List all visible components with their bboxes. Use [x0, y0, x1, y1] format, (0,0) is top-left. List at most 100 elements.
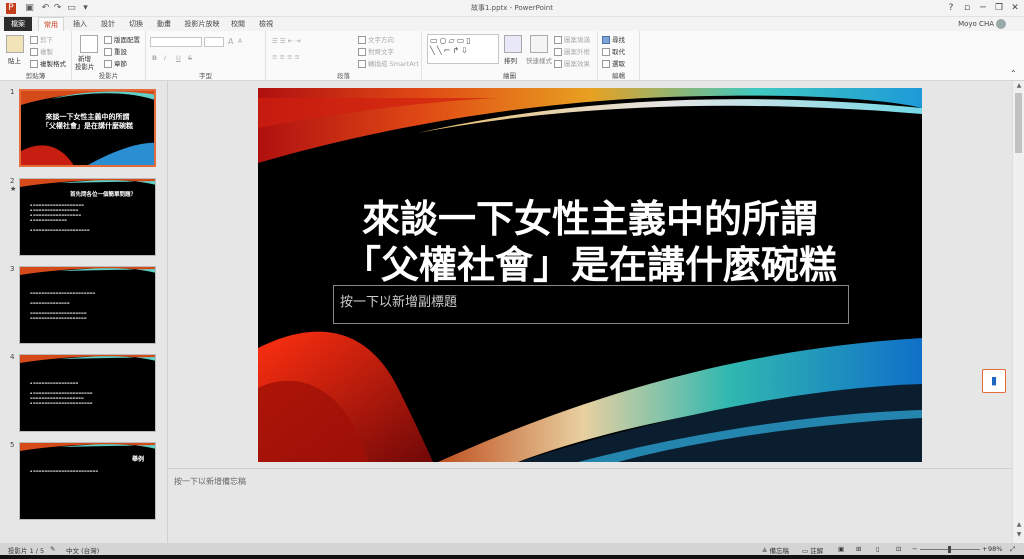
zoom-slider-knob[interactable] — [948, 546, 951, 553]
italic-button[interactable]: I — [164, 54, 166, 62]
copy-label: 複製 — [40, 48, 53, 56]
slide-thumbnail-3[interactable]: ▬▬▬▬▬▬▬▬▬▬▬▬▬▬▬▬▬▬▬▬▬▬▬ ▬▬▬▬▬▬▬▬▬▬▬▬▬▬ ▬▬▬… — [19, 266, 156, 344]
animation-star-icon: ★ — [10, 185, 17, 193]
align-icon[interactable]: ≡ ≡ ≡ ≡ — [272, 53, 300, 61]
align-text-button[interactable]: 對齊文字 — [358, 46, 394, 56]
collapse-ribbon-icon[interactable]: ⌃ — [1010, 69, 1017, 78]
close-button[interactable]: ✕ — [1008, 2, 1022, 14]
tab-animations[interactable]: 動畫 — [152, 17, 176, 31]
reading-view-icon[interactable]: ▯ — [876, 545, 880, 553]
quick-styles-icon[interactable] — [530, 35, 548, 53]
slide-thumbnail-1[interactable]: 來談一下女性主義中的所謂 「父權社會」是在講什麼碗糕 — [19, 89, 156, 167]
new-slide-icon[interactable] — [80, 35, 98, 53]
ribbon-tab-bar: 檔案 常用 插入 設計 切換 動畫 投影片放映 校閱 檢視 Moyo CHA — [0, 17, 1024, 31]
select-button[interactable]: 選取 — [602, 58, 625, 68]
section-button[interactable]: 章節 — [104, 58, 127, 68]
layout-icon — [104, 36, 112, 44]
shapes-gallery[interactable]: ▭○▱▭▯ ╲╲⌐↱⇩ — [427, 34, 499, 64]
cut-button[interactable]: 剪下 — [30, 34, 53, 44]
replace-icon — [602, 48, 610, 56]
font-size-input[interactable] — [204, 37, 224, 47]
language-indicator[interactable]: 中文 (台灣) — [66, 545, 99, 555]
tab-slide-show[interactable]: 投影片放映 — [182, 17, 222, 31]
replace-label: 取代 — [612, 48, 625, 56]
text-direction-button[interactable]: 文字方向 — [358, 34, 394, 44]
strikethrough-button[interactable]: S — [188, 54, 192, 62]
comments-toggle[interactable]: ▭ 註解 — [802, 545, 823, 555]
shape-effects-button[interactable]: 圖案效果 — [554, 58, 590, 68]
user-name[interactable]: Moyo CHA — [958, 20, 994, 28]
tab-design[interactable]: 設計 — [96, 17, 120, 31]
previous-slide-icon[interactable]: ▲ — [1014, 521, 1024, 528]
slide-thumbnail-5[interactable]: 舉例 ▪ ▬▬▬▬▬▬▬▬▬▬▬▬▬▬▬▬▬▬▬▬▬▬▬ — [19, 442, 156, 520]
slide-number: 4 — [10, 353, 15, 361]
reset-button[interactable]: 重設 — [104, 46, 127, 56]
vertical-scrollbar[interactable]: ▲ ▲ ▼ — [1012, 81, 1024, 543]
font-name-input[interactable] — [150, 37, 202, 47]
grow-font-button[interactable]: A — [228, 37, 233, 46]
scissors-icon — [30, 36, 38, 44]
zoom-out-icon[interactable]: − — [912, 545, 917, 553]
shape-fill-label: 圖案填滿 — [564, 36, 590, 44]
tab-transitions[interactable]: 切換 — [124, 17, 148, 31]
slide-title[interactable]: 來談一下女性主義中的所謂 「父權社會」是在講什麼碗糕 — [258, 196, 922, 288]
slide-thumbnail-4[interactable]: ▪ ▬▬▬▬▬▬▬▬▬▬▬▬▬▬▬▬ ▪ ▬▬▬▬▬▬▬▬▬▬▬▬▬▬▬▬▬▬▬▬… — [19, 354, 156, 432]
shape-outline-button[interactable]: 圖案外框 — [554, 46, 590, 56]
paintbrush-icon — [30, 60, 38, 68]
slide-number: 1 — [10, 88, 15, 96]
replace-button[interactable]: 取代 — [602, 46, 625, 56]
ribbon-display-options-button[interactable]: ▫ — [960, 2, 974, 14]
tab-file[interactable]: 檔案 — [4, 17, 32, 31]
slide-sorter-icon[interactable]: ⊞ — [856, 545, 861, 553]
drawing-group: ▭○▱▭▯ ╲╲⌐↱⇩ 排列 快速樣式 圖案填滿 圖案外框 圖案效果 繪圖 — [422, 31, 598, 81]
notes-toggle-label: 備忘稿 — [769, 547, 790, 555]
help-button[interactable]: ? — [944, 2, 958, 14]
next-slide-icon[interactable]: ▼ — [1014, 531, 1024, 538]
restore-button[interactable]: ❐ — [992, 2, 1006, 14]
paste-icon[interactable] — [6, 35, 24, 53]
bold-button[interactable]: B — [152, 54, 157, 62]
slide-title-line-1: 來談一下女性主義中的所謂 — [361, 197, 818, 241]
minimize-button[interactable]: ─ — [976, 2, 990, 14]
align-text-icon — [358, 48, 366, 56]
notes-pane[interactable]: 按一下以新增備忘稿 — [168, 468, 1014, 543]
spelling-check-icon[interactable]: ✎ — [50, 545, 55, 553]
bookmark-icon[interactable]: ▮ — [982, 369, 1006, 393]
zoom-slider[interactable] — [920, 546, 980, 553]
notes-toggle[interactable]: ≜ 備忘稿 — [762, 545, 789, 555]
shape-fill-button[interactable]: 圖案填滿 — [554, 34, 590, 44]
slide-thumbnail-2[interactable]: 首先問各位一個簡單問題？ ▪ ▬▬▬▬▬▬▬▬▬▬▬▬▬▬▬▬▬▬ ▪ ▬▬▬▬▬… — [19, 178, 156, 256]
section-icon — [104, 60, 112, 68]
scroll-up-icon[interactable]: ▲ — [1014, 82, 1024, 89]
find-button[interactable]: 尋找 — [602, 34, 625, 44]
shrink-font-button[interactable]: A — [238, 38, 242, 45]
arrange-icon[interactable] — [504, 35, 522, 53]
tab-view[interactable]: 檢視 — [254, 17, 278, 31]
subtitle-placeholder[interactable]: 按一下以新增副標題 — [333, 285, 849, 324]
thumb-title: 來談一下女性主義中的所謂 「父權社會」是在講什麼碗糕 — [42, 113, 133, 130]
quick-styles-button[interactable]: 快速樣式 — [526, 55, 552, 65]
slide-canvas[interactable]: 來談一下女性主義中的所謂 「父權社會」是在講什麼碗糕 按一下以新增副標題 — [258, 88, 922, 462]
tab-home[interactable]: 常用 — [38, 17, 64, 31]
arrange-button[interactable]: 排列 — [504, 55, 517, 65]
paste-button[interactable]: 貼上 — [8, 55, 21, 65]
bullets-icon[interactable]: ☰ ☰ ⇤ ⇥ — [272, 37, 301, 45]
avatar[interactable] — [996, 19, 1006, 29]
thumb-title: 舉例 — [132, 456, 145, 463]
zoom-percent[interactable]: 98% — [988, 545, 1002, 553]
slide-number: 2 — [10, 177, 15, 185]
slide-show-icon[interactable]: ⊡ — [896, 545, 901, 553]
tab-insert[interactable]: 插入 — [68, 17, 92, 31]
smartart-button[interactable]: 轉換成 SmartArt — [358, 58, 419, 68]
zoom-in-icon[interactable]: + — [982, 545, 987, 553]
thumb-body-text: ▪ ▬▬▬▬▬▬▬▬▬▬▬▬▬▬▬▬ ▪ ▬▬▬▬▬▬▬▬▬▬▬▬▬▬▬▬▬▬▬▬… — [30, 381, 93, 405]
ribbon: 貼上 剪下 複製 複製格式 剪貼簿 新增 投影片 版面配置 重設 章節 投影片 … — [0, 31, 1024, 81]
scrollbar-thumb[interactable] — [1015, 93, 1022, 153]
copy-button[interactable]: 複製 — [30, 46, 53, 56]
fit-to-window-icon[interactable]: ⤢ — [1010, 545, 1015, 554]
normal-view-icon[interactable]: ▣ — [838, 545, 844, 553]
underline-button[interactable]: U — [176, 54, 181, 62]
layout-button[interactable]: 版面配置 — [104, 34, 140, 44]
format-painter-button[interactable]: 複製格式 — [30, 58, 66, 68]
tab-review[interactable]: 校閱 — [226, 17, 250, 31]
